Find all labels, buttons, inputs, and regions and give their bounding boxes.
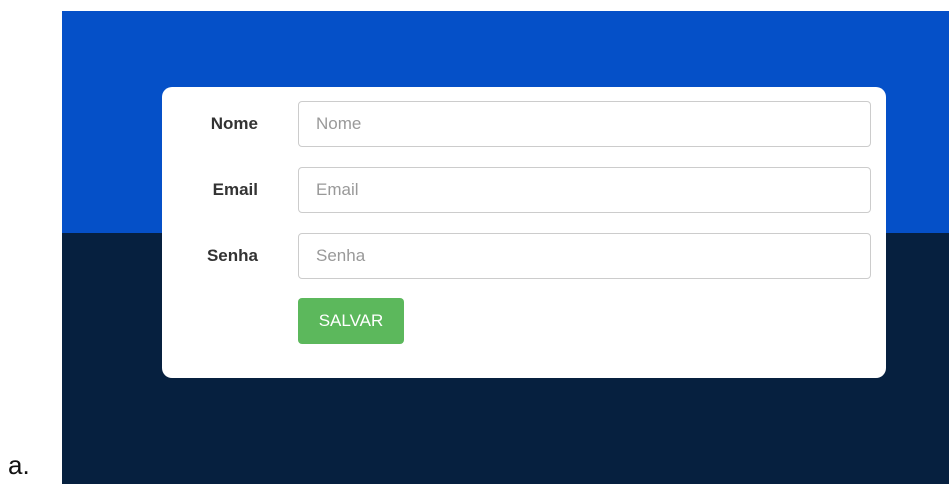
- email-input[interactable]: [298, 167, 871, 213]
- email-row: Email: [162, 167, 886, 213]
- senha-input[interactable]: [298, 233, 871, 279]
- list-marker: a.: [8, 450, 30, 480]
- save-button[interactable]: SALVAR: [298, 298, 404, 344]
- registration-form-card: Nome Email Senha SALVAR: [162, 87, 886, 378]
- page: a. Nome Email Senha SALVAR: [0, 0, 949, 484]
- senha-row: Senha: [162, 233, 886, 279]
- email-label: Email: [212, 180, 258, 199]
- senha-label: Senha: [206, 246, 258, 265]
- nome-row: Nome: [162, 101, 886, 147]
- nome-label: Nome: [210, 114, 258, 133]
- nome-input[interactable]: [298, 101, 871, 147]
